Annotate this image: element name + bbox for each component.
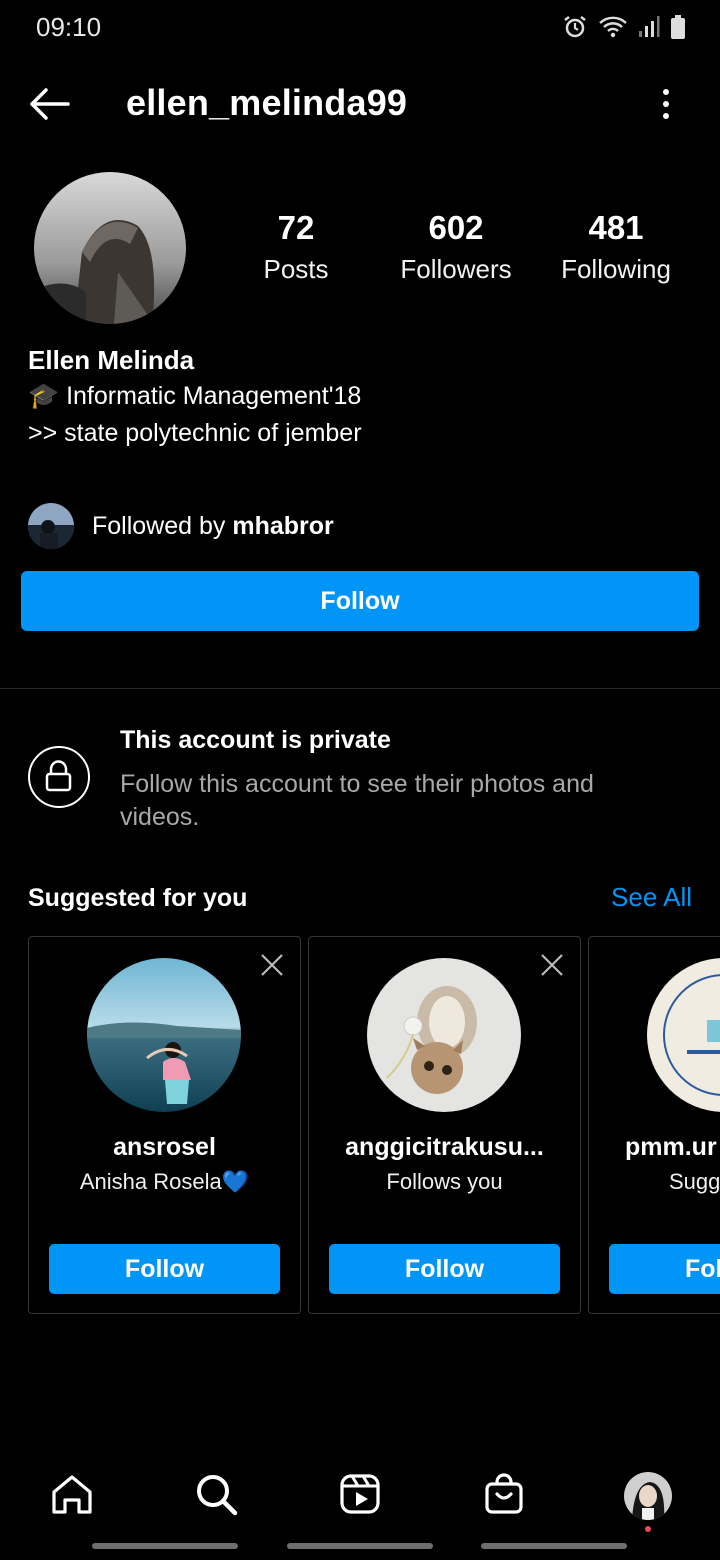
close-icon	[261, 954, 283, 976]
follow-button[interactable]: Follow	[21, 571, 699, 631]
suggested-card: ansrosel Anisha Rosela💙 Follow	[28, 936, 301, 1314]
suggested-avatar[interactable]	[647, 958, 720, 1112]
suggested-cards: ansrosel Anisha Rosela💙 Follow anggicitr…	[28, 936, 720, 1316]
lock-icon	[28, 746, 90, 808]
following-label: Following	[561, 254, 671, 284]
private-account-notice: This account is private Follow this acco…	[0, 720, 720, 840]
gesture-bar-left	[92, 1543, 238, 1549]
followed-by-text: Followed by mhabror	[92, 511, 334, 540]
bottom-navigation	[0, 1460, 720, 1536]
dismiss-suggestion-button[interactable]	[540, 953, 564, 977]
search-icon	[197, 1475, 238, 1516]
status-time: 09:10	[36, 12, 102, 42]
followed-by[interactable]: Followed by mhabror	[28, 502, 334, 550]
more-options-button[interactable]	[654, 84, 678, 124]
suggested-follow-button[interactable]: Follow	[329, 1244, 560, 1294]
profile-stats: 72 Posts 602 Followers 481 Following	[236, 208, 696, 298]
nav-reels[interactable]	[336, 1470, 384, 1518]
posts-count: 72	[277, 209, 315, 246]
nav-search[interactable]	[192, 1470, 240, 1518]
reels-icon	[340, 1474, 380, 1514]
suggested-avatar[interactable]	[367, 958, 521, 1112]
section-divider	[0, 688, 720, 689]
suggested-card: anggicitrakusu... Follows you Follow	[308, 936, 581, 1314]
status-icons	[562, 14, 686, 40]
suggested-subtitle: Anisha Rosela💙	[79, 1169, 250, 1194]
profile-username: ellen_melinda99	[126, 82, 408, 123]
following-count: 481	[588, 209, 644, 246]
followed-by-username[interactable]: mhabror	[232, 512, 333, 540]
gesture-bar-center	[287, 1543, 433, 1549]
suggested-avatar[interactable]	[87, 958, 241, 1112]
suggested-subtitle: Follows you	[386, 1169, 503, 1194]
suggested-header: Suggested for you See All	[28, 880, 692, 920]
back-arrow-icon	[30, 88, 70, 120]
suggested-card: pmm.ur Sugg Fol	[588, 936, 720, 1314]
gesture-bar-right	[481, 1543, 627, 1549]
bio-line-2: >> state polytechnic of jember	[28, 419, 362, 447]
signal-icon	[639, 16, 660, 37]
suggested-title: Suggested for you	[28, 884, 248, 912]
suggested-username[interactable]: anggicitrakusu...	[309, 1133, 580, 1162]
home-icon	[52, 1475, 92, 1514]
suggested-subtitle: Sugg	[669, 1169, 720, 1194]
followers-label: Followers	[400, 254, 512, 284]
dismiss-suggestion-button[interactable]	[260, 953, 284, 977]
shop-icon	[485, 1473, 523, 1514]
private-title: This account is private	[120, 726, 391, 754]
nav-home[interactable]	[48, 1470, 96, 1518]
following-stat[interactable]: 481 Following	[536, 208, 696, 290]
suggested-follow-button[interactable]: Fol	[609, 1244, 720, 1294]
profile-bio: Ellen Melinda 🎓 Informatic Management'18…	[28, 342, 688, 452]
close-icon	[541, 954, 563, 976]
top-bar: ellen_melinda99	[0, 66, 720, 142]
private-description: Follow this account to see their photos …	[120, 770, 594, 831]
follower-avatar	[28, 503, 74, 549]
back-button[interactable]	[26, 82, 74, 126]
followers-count: 602	[428, 209, 484, 246]
profile-full-name: Ellen Melinda	[28, 345, 195, 375]
more-options-icon	[663, 89, 669, 119]
posts-label: Posts	[263, 254, 329, 284]
alarm-icon	[564, 16, 586, 38]
wifi-icon	[599, 16, 627, 38]
profile-avatar[interactable]	[34, 172, 186, 324]
suggested-username[interactable]: ansrosel	[29, 1133, 300, 1162]
bio-line-1: 🎓 Informatic Management'18	[28, 382, 362, 410]
status-bar: 09:10	[0, 0, 720, 56]
followers-stat[interactable]: 602 Followers	[376, 208, 536, 290]
suggested-follow-button[interactable]: Follow	[49, 1244, 280, 1294]
posts-stat[interactable]: 72 Posts	[216, 208, 376, 290]
nav-profile-avatar[interactable]	[624, 1472, 672, 1520]
notification-dot	[645, 1526, 651, 1532]
nav-shop[interactable]	[480, 1470, 528, 1518]
suggested-username[interactable]: pmm.ur	[625, 1133, 720, 1162]
see-all-link[interactable]: See All	[611, 882, 692, 913]
battery-icon	[671, 15, 685, 39]
